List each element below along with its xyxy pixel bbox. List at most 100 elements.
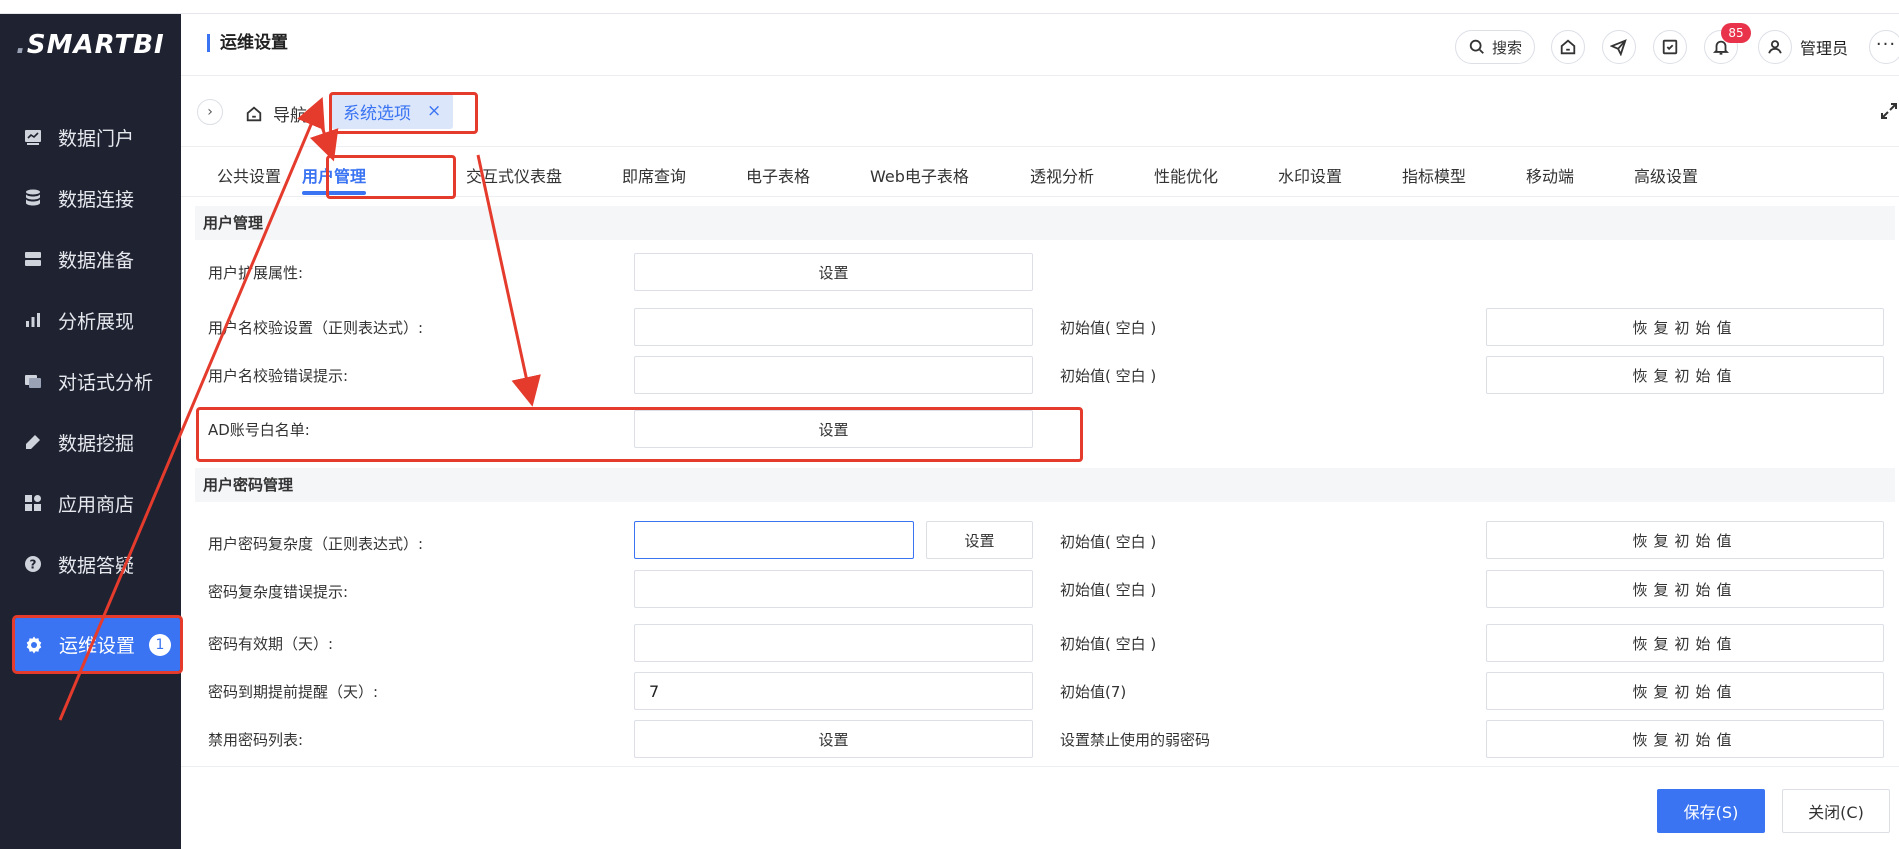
sidebar-item-data-qa[interactable]: ? 数据答疑 [0, 537, 181, 591]
pwd-regex-restore-button[interactable]: 恢复初始值 [1486, 521, 1884, 559]
sidebar-item-data-mining[interactable]: 数据挖掘 [0, 415, 181, 469]
name-error-restore-button[interactable]: 恢复初始值 [1486, 356, 1884, 394]
pwd-remind-restore-button[interactable]: 恢复初始值 [1486, 672, 1884, 710]
user-name: 管理员 [1800, 39, 1849, 58]
pwd-expire-input[interactable] [634, 624, 1033, 662]
search-button[interactable]: 搜索 [1455, 30, 1535, 64]
tab-watermark[interactable]: 水印设置 [1278, 163, 1342, 187]
tab-pivot-analysis[interactable]: 透视分析 [1030, 163, 1094, 187]
question-icon: ? [22, 553, 44, 575]
home-button[interactable] [1551, 30, 1585, 64]
pwd-blacklist-set-button[interactable]: 设置 [634, 720, 1033, 758]
sidebar-item-data-prep[interactable]: 数据准备 [0, 232, 181, 286]
pwd-error-input[interactable] [634, 570, 1033, 608]
chat-icon [22, 370, 44, 392]
sidebar: .SMARTBI 数据门户 数据连接 数据准备 分析展现 对话式分析 数据挖掘 … [0, 14, 183, 849]
sidebar-item-data-connect[interactable]: 数据连接 [0, 171, 181, 225]
pwd-error-restore-button[interactable]: 恢复初始值 [1486, 570, 1884, 608]
pickaxe-icon [22, 431, 44, 453]
sidebar-item-ops-settings[interactable]: 运维设置 1 [12, 615, 183, 674]
more-button[interactable]: ··· [1869, 30, 1899, 64]
sidebar-item-label: 对话式分析 [58, 371, 154, 394]
name-regex-init: 初始值( 空白 ) [1060, 319, 1157, 337]
tab-adhoc-query[interactable]: 即席查询 [622, 163, 686, 187]
home-icon [246, 106, 262, 121]
close-icon[interactable]: × [427, 101, 441, 121]
breadcrumb-home[interactable]: 导航 [245, 101, 307, 126]
tab-system-options[interactable]: 系统选项 × [331, 93, 454, 129]
send-icon [1610, 39, 1627, 56]
notification-badge: 85 [1721, 23, 1751, 43]
pwd-regex-set-button[interactable]: 设置 [926, 521, 1033, 559]
name-error-init: 初始值( 空白 ) [1060, 367, 1157, 385]
sidebar-item-label: 数据连接 [58, 188, 135, 211]
tab-mobile[interactable]: 移动端 [1526, 163, 1574, 187]
user-avatar [1758, 30, 1792, 64]
tab-user-management[interactable]: 用户管理 [284, 163, 384, 195]
close-button[interactable]: 关闭(C) [1782, 789, 1890, 833]
ad-whitelist-set-button[interactable]: 设置 [634, 410, 1033, 448]
ext-attr-set-button[interactable]: 设置 [634, 253, 1033, 291]
pwd-regex-init: 初始值( 空白 ) [1060, 533, 1157, 551]
sidebar-item-chat-analysis[interactable]: 对话式分析 [0, 354, 181, 408]
pwd-blacklist-hint: 设置禁止使用的弱密码 [1060, 731, 1211, 749]
chevron-right-icon: › [207, 104, 213, 120]
tab-spreadsheet[interactable]: 电子表格 [746, 163, 810, 187]
apps-icon [22, 492, 44, 514]
checklist-icon [1662, 39, 1678, 55]
user-menu[interactable]: 管理员 [1758, 30, 1848, 64]
pwd-blacklist-label: 禁用密码列表: [208, 731, 304, 749]
tab-public-settings[interactable]: 公共设置 [217, 163, 281, 187]
save-button[interactable]: 保存(S) [1657, 789, 1765, 833]
tab-performance[interactable]: 性能优化 [1154, 163, 1218, 187]
sidebar-item-label: 应用商店 [58, 493, 135, 516]
task-button[interactable] [1653, 30, 1687, 64]
logo: .SMARTBI [16, 30, 165, 60]
pwd-remind-init: 初始值(7) [1060, 683, 1127, 701]
pwd-error-label: 密码复杂度错误提示: [208, 583, 349, 601]
section-password-management: 用户密码管理 [195, 468, 1895, 502]
fullscreen-button[interactable] [1879, 101, 1899, 121]
app-root: .SMARTBI 数据门户 数据连接 数据准备 分析展现 对话式分析 数据挖掘 … [0, 0, 1899, 849]
tab-metric-model[interactable]: 指标模型 [1402, 163, 1466, 187]
top-header: 运维设置 搜索 85 管理员 ··· [181, 14, 1899, 76]
pwd-expire-init: 初始值( 空白 ) [1060, 635, 1157, 653]
more-icon: ··· [1875, 33, 1897, 55]
name-error-input[interactable] [634, 356, 1033, 394]
name-regex-restore-button[interactable]: 恢复初始值 [1486, 308, 1884, 346]
page-title: 运维设置 [207, 34, 288, 52]
pwd-regex-input[interactable] [634, 521, 914, 559]
pwd-remind-label: 密码到期提前提醒（天）: [208, 683, 379, 701]
pwd-error-init: 初始值( 空白 ) [1060, 581, 1157, 599]
pwd-blacklist-restore-button[interactable]: 恢复初始值 [1486, 720, 1884, 758]
sidebar-item-label: 数据答疑 [58, 554, 135, 577]
database-icon [22, 187, 44, 209]
search-icon [1469, 39, 1484, 54]
pwd-expire-restore-button[interactable]: 恢复初始值 [1486, 624, 1884, 662]
sidebar-toggle-button[interactable]: › [197, 99, 223, 125]
pwd-regex-label: 用户密码复杂度（正则表达式）: [208, 535, 424, 553]
breadcrumb: › 导航 系统选项 × [181, 77, 1899, 147]
ad-whitelist-label: AD账号白名单: [208, 421, 310, 439]
tab-interactive-dashboard[interactable]: 交互式仪表盘 [466, 163, 562, 187]
tab-label: 系统选项 [343, 103, 411, 124]
pwd-remind-input[interactable]: 7 [634, 672, 1033, 710]
settings-tab-bar: 公共设置 用户管理 交互式仪表盘 即席查询 电子表格 Web电子表格 透视分析 … [181, 147, 1899, 197]
server-icon [22, 248, 44, 270]
notification-button[interactable]: 85 [1704, 23, 1751, 64]
tab-web-spreadsheet[interactable]: Web电子表格 [870, 163, 969, 187]
sidebar-item-label: 分析展现 [58, 310, 135, 333]
search-label: 搜索 [1491, 38, 1522, 57]
bar-chart-icon [22, 309, 44, 331]
nav-count-badge: 1 [149, 633, 172, 656]
name-regex-input[interactable] [634, 308, 1033, 346]
svg-text:?: ? [30, 558, 37, 572]
breadcrumb-home-label: 导航 [273, 106, 307, 126]
sidebar-item-data-portal[interactable]: 数据门户 [0, 110, 181, 164]
sidebar-item-label: 数据准备 [58, 249, 135, 272]
sidebar-item-app-store[interactable]: 应用商店 [0, 476, 181, 530]
sidebar-item-analysis[interactable]: 分析展现 [0, 293, 181, 347]
tab-advanced[interactable]: 高级设置 [1634, 163, 1698, 187]
send-button[interactable] [1602, 30, 1636, 64]
home-icon [1560, 39, 1576, 55]
